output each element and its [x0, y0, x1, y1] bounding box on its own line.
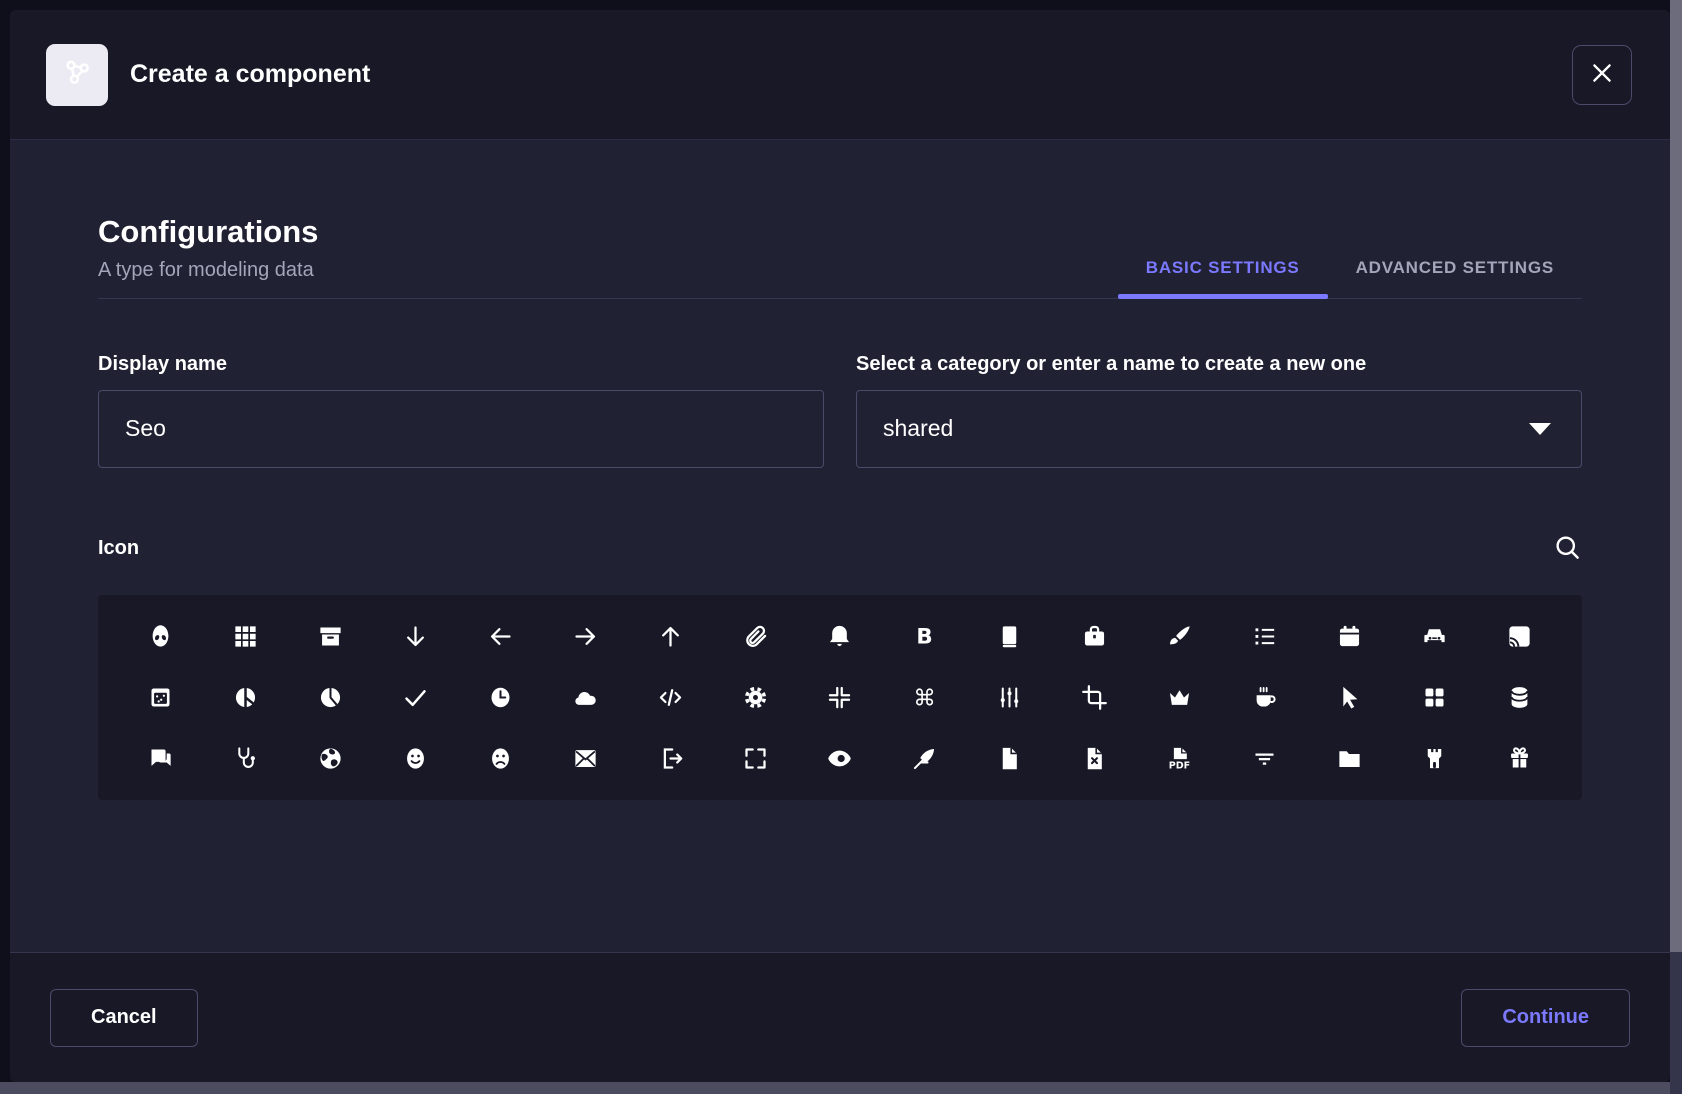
icon-database[interactable]	[1506, 684, 1533, 711]
category-select[interactable]: shared	[856, 390, 1582, 468]
icon-doctor[interactable]	[232, 745, 259, 772]
display-name-field-group: Display name	[98, 353, 824, 468]
icon-emotion-happy[interactable]	[402, 745, 429, 772]
icon-gift[interactable]	[1506, 745, 1533, 772]
icon-feather[interactable]	[911, 745, 938, 772]
icon-bullet-list[interactable]	[1251, 623, 1278, 650]
icon-clock[interactable]	[487, 684, 514, 711]
category-label: Select a category or enter a name to cre…	[856, 353, 1582, 376]
icon-chart-pie[interactable]	[317, 684, 344, 711]
icon-file[interactable]	[996, 745, 1023, 772]
icon-briefcase[interactable]	[1081, 623, 1108, 650]
icon-envelope[interactable]	[572, 745, 599, 772]
icon-alien[interactable]	[147, 623, 174, 650]
icon-cursor[interactable]	[1336, 684, 1363, 711]
category-select-value: shared	[883, 415, 953, 442]
icon-crown[interactable]	[1166, 684, 1193, 711]
icon-field-label: Icon	[98, 537, 139, 560]
icon-calendar[interactable]	[1336, 623, 1363, 650]
icon-file-error[interactable]	[1081, 745, 1108, 772]
icon-cog[interactable]	[742, 684, 769, 711]
icon-book[interactable]	[996, 623, 1023, 650]
icon-car[interactable]	[1421, 623, 1448, 650]
icon-arrow-right[interactable]	[572, 623, 599, 650]
icon-arrow-left[interactable]	[487, 623, 514, 650]
display-name-label: Display name	[98, 353, 824, 376]
icon-search-button[interactable]	[1552, 532, 1582, 565]
icon-chart-circle[interactable]	[232, 684, 259, 711]
chevron-down-icon	[1529, 423, 1551, 435]
page-scrollbar-thumb[interactable]	[1670, 0, 1682, 952]
icon-expand[interactable]	[742, 745, 769, 772]
icon-connector[interactable]	[996, 684, 1023, 711]
icon-collapse[interactable]	[826, 684, 853, 711]
settings-tabs: BASIC SETTINGS ADVANCED SETTINGS	[1118, 258, 1582, 298]
icon-grid	[98, 595, 1582, 800]
modal-header: Create a component	[10, 10, 1670, 140]
component-icon	[59, 54, 95, 95]
component-icon-chip	[46, 44, 108, 106]
create-component-modal: Create a component Configurations A type…	[10, 10, 1670, 1082]
search-icon	[1552, 532, 1582, 565]
icon-gate[interactable]	[1421, 745, 1448, 772]
icon-check[interactable]	[402, 684, 429, 711]
icon-eye[interactable]	[826, 745, 853, 772]
display-name-input[interactable]	[98, 390, 824, 468]
modal-body: Configurations A type for modeling data …	[10, 140, 1670, 952]
form-fields: Display name Select a category or enter …	[98, 353, 1582, 468]
icon-attachment[interactable]	[742, 623, 769, 650]
category-field-group: Select a category or enter a name to cre…	[856, 353, 1582, 468]
icon-cloud[interactable]	[572, 684, 599, 711]
icon-bell[interactable]	[826, 623, 853, 650]
section-subtitle: A type for modeling data	[98, 259, 318, 282]
icon-file-pdf[interactable]	[1166, 745, 1193, 772]
icon-chart-bubble[interactable]	[147, 684, 174, 711]
section-title: Configurations	[98, 214, 318, 250]
icon-folder[interactable]	[1336, 745, 1363, 772]
icon-apps[interactable]	[232, 623, 259, 650]
cancel-button[interactable]: Cancel	[50, 989, 198, 1047]
icon-crop[interactable]	[1081, 684, 1108, 711]
icon-earth[interactable]	[317, 745, 344, 772]
modal-footer: Cancel Continue	[10, 952, 1670, 1082]
tab-advanced-settings[interactable]: ADVANCED SETTINGS	[1328, 258, 1582, 298]
close-icon	[1589, 60, 1615, 89]
icon-emotion-unhappy[interactable]	[487, 745, 514, 772]
icon-discuss[interactable]	[147, 745, 174, 772]
icon-arrow-up[interactable]	[657, 623, 684, 650]
icon-brush[interactable]	[1166, 623, 1193, 650]
section-titles: Configurations A type for modeling data	[98, 214, 318, 298]
section-head: Configurations A type for modeling data …	[98, 214, 1582, 299]
close-button[interactable]	[1572, 45, 1632, 105]
icon-cast[interactable]	[1506, 623, 1533, 650]
continue-button[interactable]: Continue	[1461, 989, 1630, 1047]
icon-bold[interactable]	[911, 623, 938, 650]
icon-cup[interactable]	[1251, 684, 1278, 711]
icon-archive[interactable]	[317, 623, 344, 650]
icon-code[interactable]	[657, 684, 684, 711]
page-behind-bottom-band	[0, 1082, 1670, 1094]
icon-arrow-down[interactable]	[402, 623, 429, 650]
tab-basic-settings[interactable]: BASIC SETTINGS	[1118, 258, 1328, 298]
icon-field-header: Icon	[98, 532, 1582, 565]
icon-filter[interactable]	[1251, 745, 1278, 772]
icon-command[interactable]	[911, 684, 938, 711]
icon-exit[interactable]	[657, 745, 684, 772]
modal-title: Create a component	[130, 60, 370, 89]
icon-dashboard[interactable]	[1421, 684, 1448, 711]
